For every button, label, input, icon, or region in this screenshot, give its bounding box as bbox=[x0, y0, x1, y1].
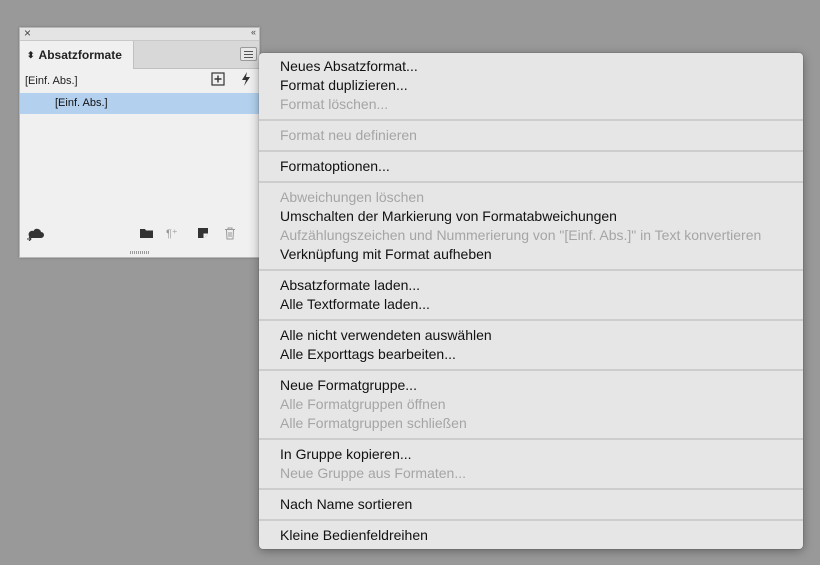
clear-overrides-icon[interactable]: ¶⁺ bbox=[166, 227, 178, 240]
menu-separator bbox=[259, 369, 803, 371]
panel-flyout-menu: Neues Absatzformat... Format duplizieren… bbox=[259, 53, 803, 549]
panel-tab-strip: ⬍ Absatzformate bbox=[20, 41, 259, 69]
menu-item-format-loeschen: Format löschen... bbox=[280, 96, 389, 112]
menu-item-neu-definieren: Format neu definieren bbox=[280, 127, 417, 143]
menu-separator bbox=[259, 488, 803, 490]
menu-item-textformate-laden[interactable]: Alle Textformate laden... bbox=[280, 296, 430, 312]
menu-separator bbox=[259, 119, 803, 121]
tab-label: Absatzformate bbox=[38, 48, 122, 62]
menu-item-formatoptionen[interactable]: Formatoptionen... bbox=[280, 158, 390, 174]
menu-item-abweichungen-loeschen: Abweichungen löschen bbox=[280, 189, 424, 205]
tab-absatzformate[interactable]: ⬍ Absatzformate bbox=[20, 41, 134, 69]
style-list: [Einf. Abs.] bbox=[20, 93, 259, 223]
menu-separator bbox=[259, 181, 803, 183]
menu-item-nach-name-sortieren[interactable]: Nach Name sortieren bbox=[280, 496, 412, 512]
menu-separator bbox=[259, 438, 803, 440]
menu-item-neues-absatzformat[interactable]: Neues Absatzformat... bbox=[280, 58, 418, 74]
menu-item-kleine-bedienfeldreihen[interactable]: Kleine Bedienfeldreihen bbox=[280, 527, 428, 543]
new-style-icon[interactable] bbox=[211, 72, 225, 89]
menu-item-nicht-verwendete-auswaehlen[interactable]: Alle nicht verwendeten auswählen bbox=[280, 327, 492, 343]
menu-item-absatzformate-laden[interactable]: Absatzformate laden... bbox=[280, 277, 420, 293]
panel-toolbar: [Einf. Abs.] bbox=[20, 69, 259, 93]
folder-icon[interactable] bbox=[139, 227, 154, 242]
panel-menu-icon[interactable] bbox=[240, 47, 257, 61]
tab-arrows-icon: ⬍ bbox=[27, 50, 35, 60]
menu-separator bbox=[259, 269, 803, 271]
menu-separator bbox=[259, 150, 803, 152]
menu-separator bbox=[259, 519, 803, 521]
menu-item-verknuepfung-aufheben[interactable]: Verknüpfung mit Format aufheben bbox=[280, 246, 492, 262]
menu-item-neue-formatgruppe[interactable]: Neue Formatgruppe... bbox=[280, 377, 417, 393]
menu-separator bbox=[259, 319, 803, 321]
close-icon[interactable]: × bbox=[24, 26, 31, 40]
current-style-label: [Einf. Abs.] bbox=[25, 75, 78, 87]
new-item-icon[interactable] bbox=[197, 227, 209, 242]
menu-item-aufzaehlung-konvertieren: Aufzählungszeichen und Nummerierung von … bbox=[280, 227, 762, 243]
quick-apply-icon[interactable] bbox=[240, 72, 252, 89]
menu-item-exporttags-bearbeiten[interactable]: Alle Exporttags bearbeiten... bbox=[280, 346, 456, 362]
menu-item-gruppe-aus-formaten: Neue Gruppe aus Formaten... bbox=[280, 465, 466, 481]
collapse-icon[interactable]: ‹‹ bbox=[251, 27, 256, 37]
resize-grip[interactable] bbox=[130, 251, 150, 254]
menu-item-markierung-umschalten[interactable]: Umschalten der Markierung von Formatabwe… bbox=[280, 208, 617, 224]
list-item[interactable]: [Einf. Abs.] bbox=[20, 93, 259, 114]
cloud-library-icon[interactable] bbox=[26, 227, 44, 244]
menu-item-in-gruppe-kopieren[interactable]: In Gruppe kopieren... bbox=[280, 446, 412, 462]
menu-item-format-duplizieren[interactable]: Format duplizieren... bbox=[280, 77, 408, 93]
menu-item-formatgruppen-oeffnen: Alle Formatgruppen öffnen bbox=[280, 396, 446, 412]
menu-item-formatgruppen-schliessen: Alle Formatgruppen schließen bbox=[280, 415, 467, 431]
panel-title-bar[interactable]: × ‹‹ bbox=[20, 26, 259, 41]
panel-bottom-bar: ¶⁺ bbox=[20, 225, 259, 247]
trash-icon[interactable] bbox=[224, 227, 236, 243]
paragraph-styles-panel: × ‹‹ ⬍ Absatzformate [Einf. Abs.] [Einf. … bbox=[19, 26, 260, 258]
